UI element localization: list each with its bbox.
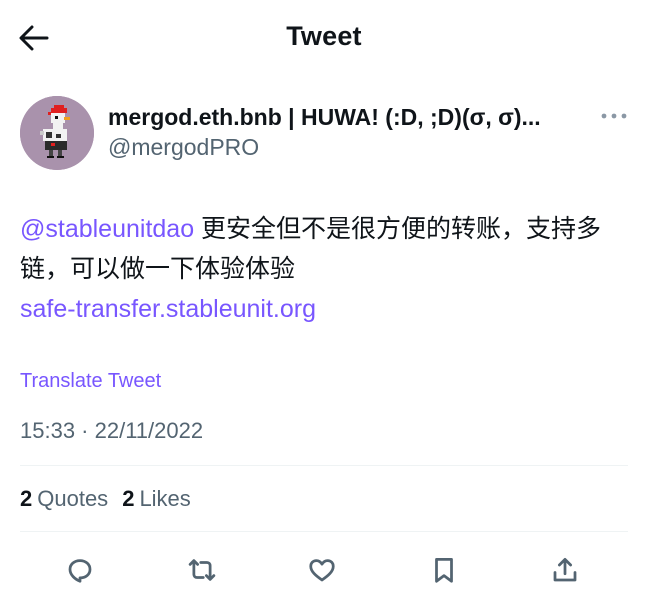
action-bar [0, 548, 648, 592]
url-link[interactable]: safe-transfer.stableunit.org [20, 289, 632, 329]
bookmark-icon [435, 558, 453, 583]
more-options-button[interactable] [596, 104, 632, 128]
author-handle[interactable]: @mergodPRO [108, 131, 259, 163]
top-bar: Tweet [0, 0, 648, 76]
quotes-stat[interactable]: 2 Quotes [20, 484, 108, 514]
pixel-duck-avatar-icon [20, 96, 94, 170]
avatar[interactable] [20, 96, 94, 170]
divider [20, 465, 628, 466]
quotes-count: 2 [20, 486, 33, 511]
divider [20, 531, 628, 532]
bookmark-button[interactable] [422, 548, 466, 592]
share-button[interactable] [543, 548, 587, 592]
retweet-icon [188, 559, 216, 581]
tweet-text: @stableunitdao 更安全但不是很方便的转账，支持多链，可以做一下体验… [20, 209, 632, 329]
quotes-label: Quotes [37, 486, 109, 511]
translate-tweet-link[interactable]: Translate Tweet [20, 366, 161, 396]
reply-button[interactable] [58, 548, 102, 592]
likes-count: 2 [122, 486, 135, 511]
engagement-stats: 2 Quotes 2 Likes [20, 484, 191, 514]
author-display-name[interactable]: mergod.eth.bnb | HUWA! (:D, ;D)(σ, σ)... [108, 101, 568, 133]
page-title: Tweet [286, 21, 362, 51]
reply-icon [68, 559, 92, 583]
like-button[interactable] [300, 548, 344, 592]
likes-stat[interactable]: 2 Likes [122, 484, 191, 514]
mention-link[interactable]: @stableunitdao [20, 215, 194, 243]
tweet-timestamp[interactable]: 15:33 · 22/11/2022 [20, 416, 203, 446]
retweet-button[interactable] [180, 548, 224, 592]
like-icon [309, 559, 335, 582]
more-horizontal-icon [601, 113, 627, 119]
likes-label: Likes [139, 486, 191, 511]
share-icon [553, 558, 577, 582]
